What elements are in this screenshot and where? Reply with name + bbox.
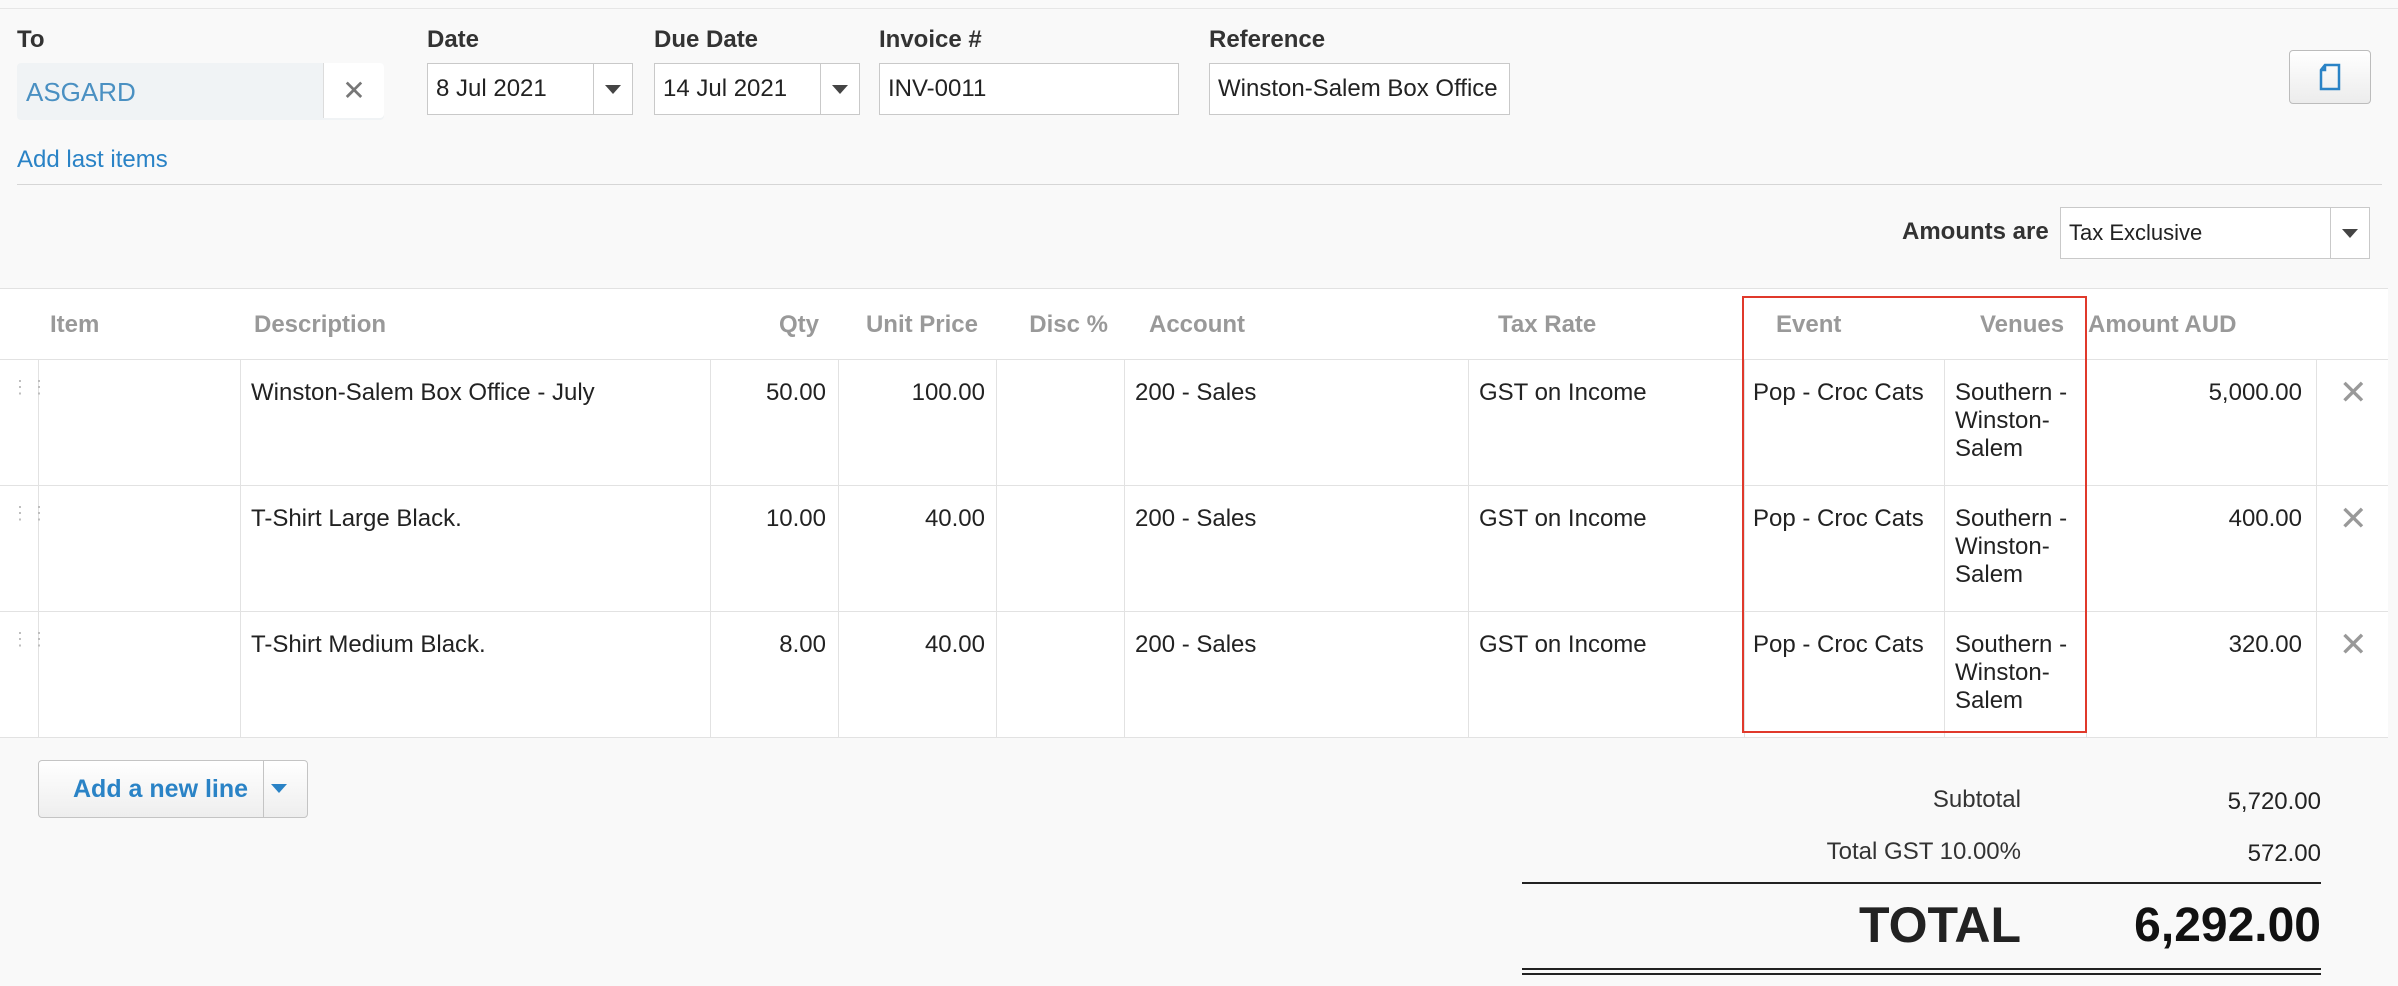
total-label: TOTAL (1858, 897, 2021, 953)
total-rule (1522, 882, 2321, 884)
row-unit-price[interactable]: 40.00 (848, 505, 985, 533)
column-header-account: Account (1149, 311, 1245, 338)
row-tax-rate[interactable]: GST on Income (1479, 631, 1647, 659)
header-divider (17, 184, 2382, 185)
subtotal-label: Subtotal (1932, 786, 2021, 813)
row-qty[interactable]: 8.00 (720, 631, 826, 659)
row-description[interactable]: Winston-Salem Box Office - July (251, 379, 595, 407)
delete-row-icon[interactable]: ✕ (2339, 373, 2368, 413)
caret-down-icon[interactable] (271, 784, 287, 793)
row-tax-rate[interactable]: GST on Income (1479, 505, 1647, 533)
due-date-label: Due Date (654, 26, 759, 53)
to-label: To (17, 26, 45, 53)
column-header-disc: Disc % (1029, 311, 1108, 338)
gst-label: Total GST 10.00% (1826, 838, 2021, 865)
row-description[interactable]: T-Shirt Medium Black. (251, 631, 486, 659)
invoice-number-value: INV-0011 (888, 75, 987, 102)
to-contact-value: ASGARD (26, 77, 136, 107)
reference-value: Winston-Salem Box Office (1218, 75, 1498, 102)
row-amount[interactable]: 320.00 (2090, 631, 2302, 659)
row-amount[interactable]: 5,000.00 (2090, 379, 2302, 407)
delete-row-icon[interactable]: ✕ (2339, 625, 2368, 665)
invoice-number-field[interactable]: INV-0011 (879, 63, 1179, 115)
column-header-unit-price: Unit Price (865, 311, 978, 338)
invoice-number-label: Invoice # (879, 26, 982, 53)
column-divider (2316, 359, 2317, 737)
drag-handle-icon[interactable]: ⋮⋮ (11, 504, 48, 522)
row-account[interactable]: 200 - Sales (1135, 379, 1256, 407)
caret-down-icon[interactable] (820, 64, 859, 114)
row-qty[interactable]: 50.00 (720, 379, 826, 407)
top-divider (0, 8, 2398, 9)
column-divider (1468, 359, 1469, 737)
caret-down-icon[interactable] (593, 64, 632, 114)
caret-down-icon[interactable] (2330, 208, 2369, 258)
column-divider (1124, 359, 1125, 737)
total-value: 6,292.00 (2134, 899, 2321, 952)
column-header-description: Description (254, 311, 387, 338)
total-double-rule-top (1522, 968, 2321, 970)
add-new-line-button[interactable]: Add a new line (38, 760, 308, 818)
subtotal-value: 5,720.00 (2227, 788, 2321, 815)
column-header-amount: Amount AUD (2088, 311, 2237, 338)
reference-label: Reference (1209, 26, 1326, 53)
row-amount[interactable]: 400.00 (2090, 505, 2302, 533)
column-header-qty: Qty (778, 311, 819, 338)
column-divider (996, 359, 997, 737)
gst-value: 572.00 (2247, 840, 2321, 867)
row-tax-rate[interactable]: GST on Income (1479, 379, 1647, 407)
amounts-are-value: Tax Exclusive (2069, 220, 2203, 245)
to-contact-field[interactable]: ASGARD ✕ (17, 63, 384, 120)
column-divider (838, 359, 839, 737)
row-unit-price[interactable]: 40.00 (848, 631, 985, 659)
amounts-are-select[interactable]: Tax Exclusive (2060, 207, 2370, 259)
column-divider (710, 359, 711, 737)
event-venues-highlight (1742, 296, 2087, 733)
column-header-tax-rate: Tax Rate (1498, 311, 1597, 338)
reference-field[interactable]: Winston-Salem Box Office (1209, 63, 1510, 115)
drag-handle-icon[interactable]: ⋮⋮ (11, 378, 48, 396)
row-description[interactable]: T-Shirt Large Black. (251, 505, 462, 533)
date-value: 8 Jul 2021 (436, 75, 547, 102)
row-qty[interactable]: 10.00 (720, 505, 826, 533)
date-field[interactable]: 8 Jul 2021 (427, 63, 633, 115)
close-icon[interactable]: ✕ (323, 63, 384, 118)
delete-row-icon[interactable]: ✕ (2339, 499, 2368, 539)
due-date-field[interactable]: 14 Jul 2021 (654, 63, 860, 115)
button-split (263, 761, 264, 817)
drag-handle-icon[interactable]: ⋮⋮ (11, 630, 48, 648)
add-new-line-label: Add a new line (73, 775, 249, 803)
due-date-value: 14 Jul 2021 (663, 75, 788, 102)
row-unit-price[interactable]: 100.00 (848, 379, 985, 407)
copy-document-icon (2319, 63, 2341, 91)
column-divider (240, 359, 241, 737)
amounts-are-label: Amounts are (1902, 218, 2049, 245)
column-divider (38, 359, 39, 737)
row-account[interactable]: 200 - Sales (1135, 631, 1256, 659)
column-header-item: Item (50, 311, 100, 338)
copy-button[interactable] (2289, 50, 2371, 104)
add-last-items-link[interactable]: Add last items (17, 146, 168, 174)
total-double-rule-bottom (1522, 973, 2321, 975)
date-label: Date (427, 26, 480, 53)
row-account[interactable]: 200 - Sales (1135, 505, 1256, 533)
